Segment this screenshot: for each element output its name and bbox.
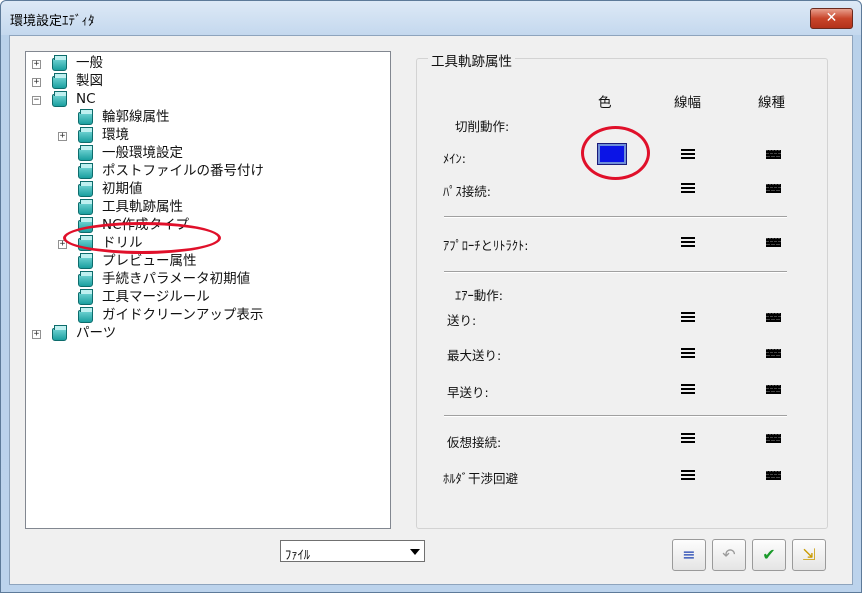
line-width-icon[interactable]	[681, 312, 695, 322]
row-label-holder-avoid: ﾎﾙﾀﾞ干渉回避	[443, 471, 519, 486]
tree-item-general[interactable]: + 一般	[30, 55, 370, 73]
row-label-pass-connect: ﾊﾟｽ接続:	[443, 184, 491, 199]
tree-item-general-env[interactable]: 一般環境設定	[30, 145, 370, 163]
tree-item-guide-cleanup[interactable]: ガイドクリーンアップ表示	[30, 307, 370, 325]
tree-item-label: 初期値	[102, 181, 143, 197]
tree-item-label: ポストファイルの番号付け	[102, 163, 264, 179]
tree-item-label: 製図	[76, 73, 103, 89]
close-button[interactable]: ✕	[810, 8, 853, 29]
line-width-icon[interactable]	[681, 470, 695, 480]
line-type-icon[interactable]	[766, 238, 781, 247]
expand-icon[interactable]: +	[58, 132, 67, 141]
tree-item-label: 工具マージルール	[102, 289, 210, 305]
dropdown-arrow-icon[interactable]	[410, 549, 420, 555]
header-line-width: 線幅	[674, 95, 701, 111]
tree-item-label: ガイドクリーンアップ表示	[102, 307, 264, 323]
tree-item-label: 一般	[76, 55, 103, 71]
tree-item-drafting[interactable]: + 製図	[30, 73, 370, 91]
title-bar[interactable]: 環境設定ｴﾃﾞｨﾀ ✕	[1, 1, 861, 35]
tree-item-label: パーツ	[76, 325, 117, 341]
line-type-icon[interactable]	[766, 385, 781, 394]
header-color: 色	[598, 95, 612, 111]
line-width-icon[interactable]	[681, 384, 695, 394]
tree-item-nc[interactable]: − NC	[30, 91, 370, 109]
tree-item-post-numbering[interactable]: ポストファイルの番号付け	[30, 163, 370, 181]
tree-item-tool-merge[interactable]: 工具マージルール	[30, 289, 370, 307]
undo-button[interactable]: ↶	[712, 539, 746, 571]
line-width-icon[interactable]	[681, 237, 695, 247]
tree-item-defaults[interactable]: 初期値	[30, 181, 370, 199]
folder-icon	[78, 145, 93, 161]
folder-icon	[78, 289, 93, 305]
tree-item-procedure-params[interactable]: 手続きパラメータ初期値	[30, 271, 370, 289]
folder-icon	[78, 271, 93, 287]
file-dropdown[interactable]: ﾌｧｲﾙ	[280, 540, 425, 562]
collapse-icon[interactable]: −	[32, 96, 41, 105]
row-label-rapid: 早送り:	[447, 385, 489, 400]
folder-icon	[78, 127, 93, 143]
line-width-icon[interactable]	[681, 183, 695, 193]
red-annotation-circle	[581, 126, 650, 180]
separator	[444, 271, 787, 273]
settings-tree[interactable]: + 一般 + 製図 − NC 輪郭線属性 + 環境 一般環境設定 ポストファイル…	[25, 51, 391, 529]
folder-icon	[78, 307, 93, 323]
row-label-approach-retract: ｱﾌﾟﾛｰﾁとﾘﾄﾗｸﾄ:	[443, 238, 529, 253]
folder-icon	[78, 253, 93, 269]
folder-icon	[78, 181, 93, 197]
row-label-main: ﾒｲﾝ:	[443, 151, 466, 166]
client-area: + 一般 + 製図 − NC 輪郭線属性 + 環境 一般環境設定 ポストファイル…	[9, 35, 853, 585]
red-annotation-ellipse	[63, 222, 221, 254]
apply-button[interactable]: ⇲	[792, 539, 826, 571]
tree-item-label: 環境	[102, 127, 129, 143]
expand-icon[interactable]: +	[32, 60, 41, 69]
tree-item-label: 一般環境設定	[102, 145, 183, 161]
line-type-icon[interactable]	[766, 349, 781, 358]
folder-icon	[78, 199, 93, 215]
row-label-virtual-connect: 仮想接続:	[447, 435, 502, 450]
folder-icon	[52, 91, 67, 107]
tree-item-toolpath-attr[interactable]: 工具軌跡属性	[30, 199, 370, 217]
panel-title: 工具軌跡属性	[428, 50, 515, 70]
folder-icon	[52, 325, 67, 341]
expand-icon[interactable]: +	[32, 330, 41, 339]
tree-item-contour-attr[interactable]: 輪郭線属性	[30, 109, 370, 127]
row-label-max-feed: 最大送り:	[447, 348, 502, 363]
line-type-icon[interactable]	[766, 184, 781, 193]
line-type-icon[interactable]	[766, 434, 781, 443]
ok-button[interactable]: ✔	[752, 539, 786, 571]
dropdown-value: ﾌｧｲﾙ	[285, 547, 311, 562]
line-width-icon[interactable]	[681, 348, 695, 358]
separator	[444, 216, 787, 218]
tree-item-environment[interactable]: + 環境	[30, 127, 370, 145]
line-type-icon[interactable]	[766, 313, 781, 322]
dialog-window: 環境設定ｴﾃﾞｨﾀ ✕ + 一般 + 製図 − NC 輪郭線属性 + 環境 一般…	[0, 0, 862, 593]
list-settings-button[interactable]: ≡	[672, 539, 706, 571]
header-line-type: 線種	[758, 95, 785, 111]
tree-item-label: 工具軌跡属性	[102, 199, 183, 215]
section-cutting: 切削動作:	[455, 119, 510, 134]
tree-item-label: NC	[76, 91, 96, 107]
row-label-feed: 送り:	[447, 313, 477, 328]
tree-item-parts[interactable]: + パーツ	[30, 325, 370, 343]
folder-icon	[78, 109, 93, 125]
folder-icon	[52, 73, 67, 89]
line-type-icon[interactable]	[766, 471, 781, 480]
tree-item-preview-attr[interactable]: プレビュー属性	[30, 253, 370, 271]
line-width-icon[interactable]	[681, 149, 695, 159]
folder-icon	[78, 163, 93, 179]
tree-item-label: プレビュー属性	[102, 253, 197, 269]
tree-item-label: 手続きパラメータ初期値	[102, 271, 251, 287]
line-type-icon[interactable]	[766, 150, 781, 159]
line-width-icon[interactable]	[681, 433, 695, 443]
expand-icon[interactable]: +	[32, 78, 41, 87]
tree-item-label: 輪郭線属性	[102, 109, 170, 125]
window-title: 環境設定ｴﾃﾞｨﾀ	[10, 14, 95, 29]
separator	[444, 415, 787, 417]
section-air: ｴｱｰ動作:	[455, 288, 503, 303]
folder-icon	[52, 55, 67, 71]
